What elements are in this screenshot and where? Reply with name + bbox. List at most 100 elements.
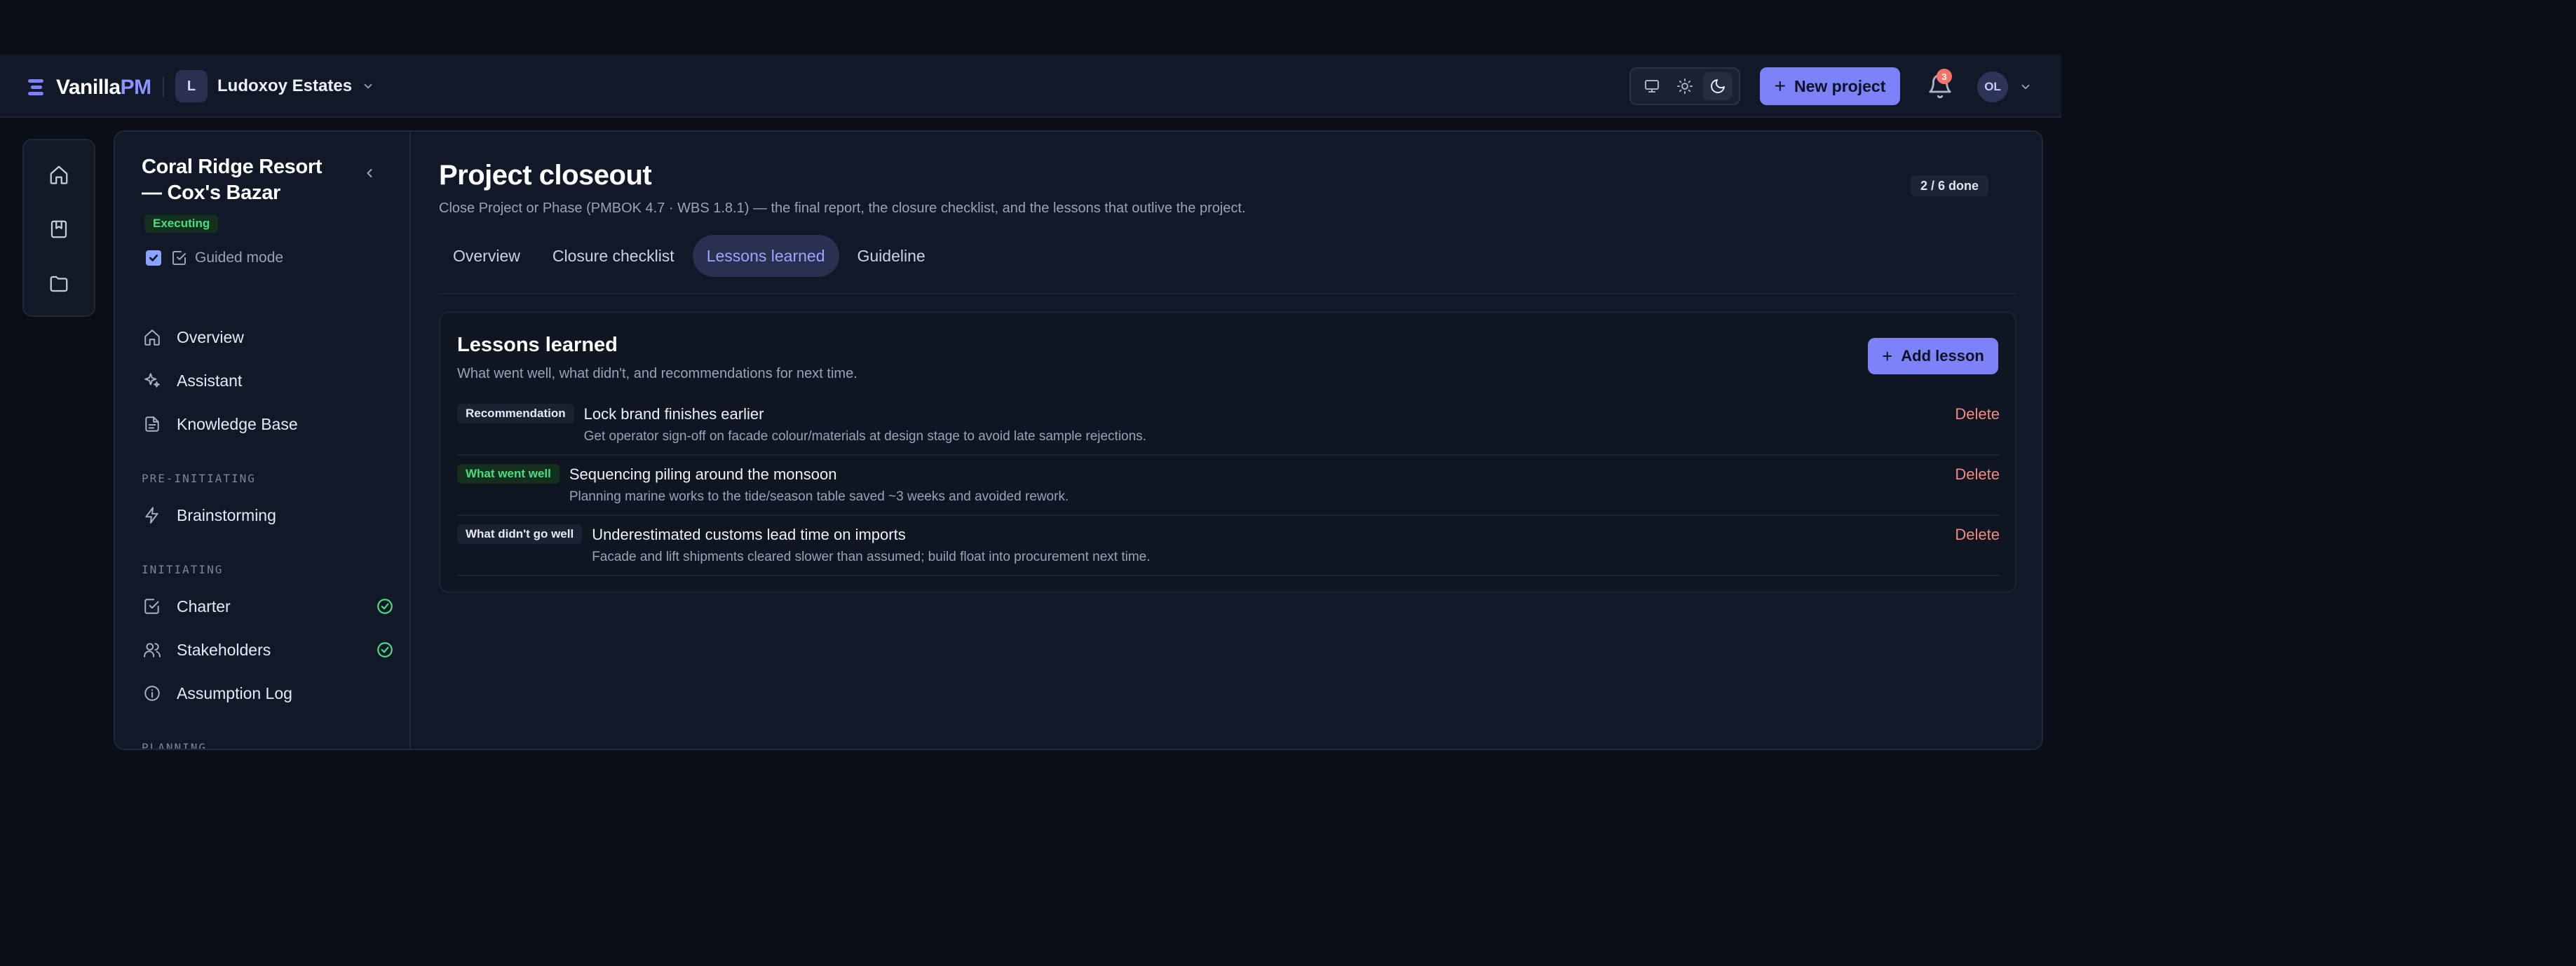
status-badge: Executing xyxy=(144,215,219,233)
lesson-body: Underestimated customs lead time on impo… xyxy=(592,524,1150,565)
plus-icon: + xyxy=(1882,345,1893,367)
tab-closure-checklist[interactable]: Closure checklist xyxy=(538,235,689,277)
list-item: What went well Sequencing piling around … xyxy=(457,456,2000,516)
chevron-down-icon xyxy=(364,83,372,89)
lessons-list: Recommendation Lock brand finishes earli… xyxy=(457,395,2000,576)
list-item: What didn't go well Underestimated custo… xyxy=(457,516,2000,576)
lesson-tag: What went well xyxy=(457,464,560,484)
sidebar-item-label: Charter xyxy=(177,597,231,615)
lessons-title: Lessons learned xyxy=(457,334,618,356)
section-initiating: INITIATING xyxy=(142,563,224,576)
chevron-down-icon xyxy=(2021,84,2030,90)
check-icon xyxy=(149,254,158,261)
tabs-divider xyxy=(439,293,2016,294)
users-icon xyxy=(142,639,163,660)
add-lesson-label: Add lesson xyxy=(1901,347,1984,365)
sidebar-item-label: Brainstorming xyxy=(177,505,276,524)
icon-rail xyxy=(22,139,95,317)
project-title: Coral Ridge Resort — Cox's Bazar xyxy=(142,156,323,204)
sidebar-item-stakeholders[interactable]: Stakeholders xyxy=(142,628,394,672)
new-project-button[interactable]: + New project xyxy=(1760,67,1900,105)
notifications-badge: 3 xyxy=(1937,69,1952,84)
tab-overview[interactable]: Overview xyxy=(439,235,534,277)
lesson-title: Underestimated customs lead time on impo… xyxy=(592,526,906,543)
sidebar-item-overview[interactable]: Overview xyxy=(142,315,394,359)
lesson-description: Facade and lift shipments cleared slower… xyxy=(592,550,1151,564)
sidebar-item-charter[interactable]: Charter xyxy=(142,585,394,628)
lightning-icon xyxy=(142,505,163,526)
monitor-icon xyxy=(1644,80,1659,93)
topbar-divider xyxy=(163,77,164,97)
lesson-tag: What didn't go well xyxy=(457,524,583,544)
chevron-left-icon xyxy=(367,168,372,178)
theme-system-button[interactable] xyxy=(1637,72,1667,100)
tab-guideline[interactable]: Guideline xyxy=(843,235,940,277)
sidebar-item-knowledge-base[interactable]: Knowledge Base xyxy=(142,402,394,446)
org-switcher[interactable]: L Ludoxoy Estates xyxy=(175,70,374,102)
avatar: OL xyxy=(1977,72,2008,102)
lesson-description: Planning marine works to the tide/season… xyxy=(569,489,1069,504)
checklist-icon xyxy=(172,251,186,265)
plus-icon: + xyxy=(1774,75,1786,97)
tab-lessons-learned[interactable]: Lessons learned xyxy=(692,235,839,277)
sidebar-item-assistant[interactable]: Assistant xyxy=(142,359,394,402)
theme-light-button[interactable] xyxy=(1670,72,1700,100)
bookmark-icon xyxy=(50,220,67,238)
user-menu[interactable]: OL xyxy=(1977,72,2032,102)
page-title: Project closeout xyxy=(439,160,652,191)
guided-mode-label: Guided mode xyxy=(195,250,284,266)
progress-badge: 2 / 6 done xyxy=(1910,175,1988,196)
logo-text-accent: PM xyxy=(120,76,152,99)
main-content: Project closeout Close Project or Phase … xyxy=(439,132,2016,749)
guided-mode-checkbox[interactable] xyxy=(146,250,161,266)
moon-icon xyxy=(1711,79,1726,93)
org-name: Ludoxoy Estates xyxy=(217,76,353,95)
sparkles-icon xyxy=(142,370,163,391)
lessons-subtitle: What went well, what didn't, and recomme… xyxy=(457,366,857,381)
project-sidebar: Coral Ridge Resort — Cox's Bazar Executi… xyxy=(115,132,411,749)
collapse-sidebar-button[interactable] xyxy=(359,163,380,184)
sidebar-item-label: Assistant xyxy=(177,371,243,390)
sidebar-item-label: Stakeholders xyxy=(177,640,271,659)
logo-text: VanillaPM xyxy=(56,76,151,100)
sidebar-item-label: Knowledge Base xyxy=(177,414,298,433)
logo[interactable]: VanillaPM xyxy=(28,76,151,100)
sidebar-nav: Overview Assistant Knowledge Base PRE-IN… xyxy=(142,315,394,749)
logo-icon xyxy=(28,78,46,97)
sidebar-item-assumption-log[interactable]: Assumption Log xyxy=(142,672,394,715)
info-icon xyxy=(142,683,163,704)
checklist-icon xyxy=(142,596,163,617)
lesson-title: Lock brand finishes earlier xyxy=(583,405,764,423)
theme-switcher xyxy=(1629,67,1740,105)
rail-home-button[interactable] xyxy=(44,160,74,189)
home-icon xyxy=(142,327,163,348)
delete-lesson-button[interactable]: Delete xyxy=(1955,526,2000,544)
top-bar: VanillaPM L Ludoxoy Estates + New projec… xyxy=(0,55,2061,118)
folder-icon xyxy=(50,275,68,292)
page-subtitle: Close Project or Phase (PMBOK 4.7 · WBS … xyxy=(439,200,1246,216)
tab-bar: Overview Closure checklist Lessons learn… xyxy=(439,234,944,278)
section-pre-initiating: PRE-INITIATING xyxy=(142,472,256,485)
org-avatar: L xyxy=(175,70,208,102)
document-icon xyxy=(142,414,163,435)
rail-bookmarks-button[interactable] xyxy=(44,215,74,244)
lesson-body: Sequencing piling around the monsoon Pla… xyxy=(569,464,1069,505)
sun-icon xyxy=(1676,79,1693,94)
lesson-description: Get operator sign-off on facade colour/m… xyxy=(583,429,1146,444)
delete-lesson-button[interactable]: Delete xyxy=(1955,405,2000,423)
list-item: Recommendation Lock brand finishes earli… xyxy=(457,395,2000,456)
lesson-body: Lock brand finishes earlier Get operator… xyxy=(584,404,1146,444)
delete-lesson-button[interactable]: Delete xyxy=(1955,465,2000,484)
theme-dark-button[interactable] xyxy=(1703,72,1733,100)
logo-text-main: Vanilla xyxy=(56,76,121,99)
project-panel: Coral Ridge Resort — Cox's Bazar Executi… xyxy=(114,130,2043,750)
check-circle-icon xyxy=(376,641,394,662)
home-icon xyxy=(50,165,68,184)
sidebar-item-brainstorming[interactable]: Brainstorming xyxy=(142,494,394,537)
check-circle-icon xyxy=(376,597,394,619)
rail-folder-button[interactable] xyxy=(44,269,74,299)
guided-mode-toggle[interactable]: Guided mode xyxy=(146,250,283,266)
add-lesson-button[interactable]: + Add lesson xyxy=(1868,338,1998,374)
lesson-title: Sequencing piling around the monsoon xyxy=(569,465,837,483)
lesson-tag: Recommendation xyxy=(457,404,574,423)
